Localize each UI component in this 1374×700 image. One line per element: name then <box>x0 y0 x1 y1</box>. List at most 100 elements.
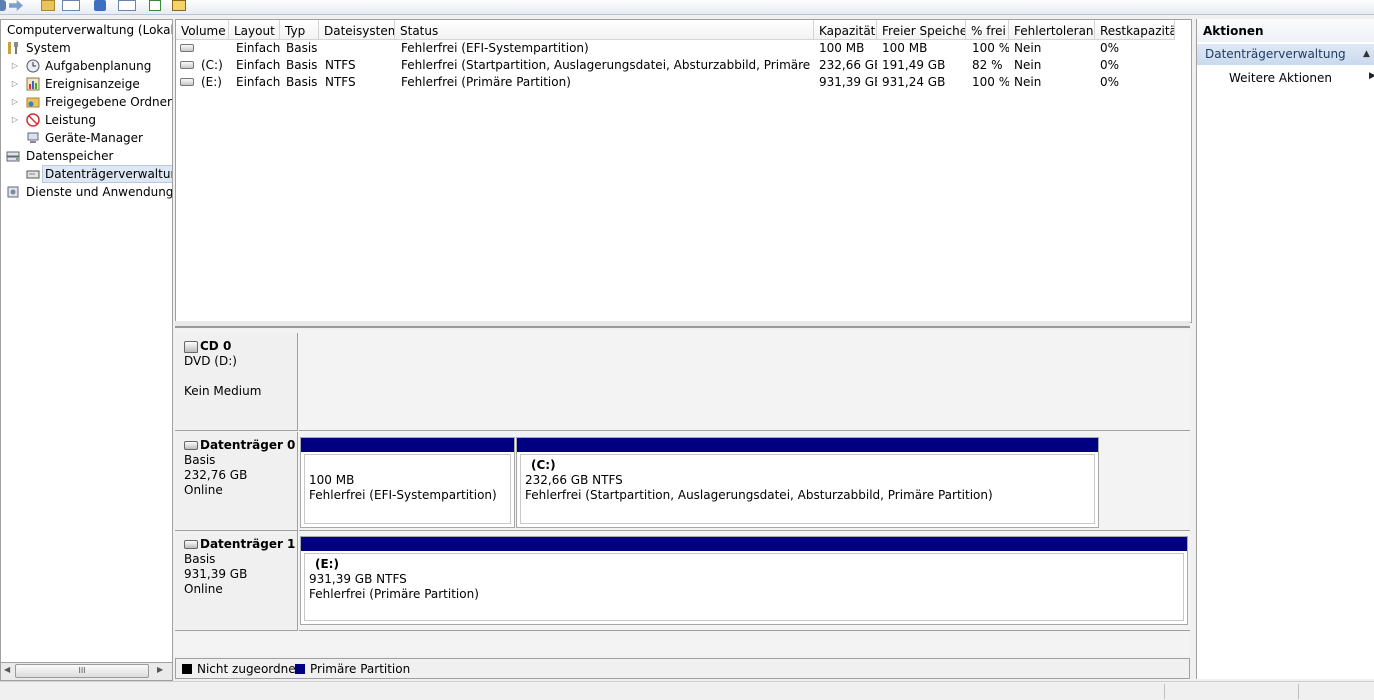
refresh-icon[interactable] <box>149 0 161 11</box>
scroll-right-icon[interactable]: ▶ <box>157 665 163 674</box>
up-folder-icon[interactable] <box>41 0 55 11</box>
status-bar-divider <box>1164 684 1165 699</box>
cell-layout: Einfach <box>236 58 280 72</box>
disk-management-icon <box>26 167 40 181</box>
tree-horizontal-scrollbar[interactable]: ◀ III ▶ <box>0 662 173 681</box>
tree-item-label: System <box>26 41 71 55</box>
cell-filesystem <box>320 40 395 57</box>
disk-area-cd0 <box>299 333 1190 431</box>
cell-free-space: 191,49 GB <box>882 58 946 72</box>
partition-c[interactable]: (C:) 232,66 GB NTFS Fehlerfrei (Startpar… <box>516 437 1099 528</box>
hard-disk-icon <box>184 441 198 450</box>
tree-item-label: Geräte-Manager <box>45 131 143 145</box>
scroll-left-icon[interactable]: ◀ <box>4 665 10 674</box>
column-header-type[interactable]: Typ <box>280 20 319 40</box>
event-viewer-icon <box>26 77 40 91</box>
tree-item-label: Ereignisanzeige <box>45 77 140 91</box>
status-bar-divider <box>1298 684 1299 699</box>
storage-icon <box>6 149 20 163</box>
show-actions-icon[interactable] <box>118 0 136 11</box>
tree-item-label: Computerverwaltung (Lokal) <box>7 23 173 37</box>
column-header-volume[interactable]: Volume <box>176 20 229 40</box>
tree-item-label: Freigegebene Ordner <box>45 95 172 109</box>
forward-icon[interactable] <box>9 0 23 11</box>
cell-volume <box>196 40 229 57</box>
partition-bar <box>301 537 1187 551</box>
cell-overhead: 0% <box>1100 58 1120 72</box>
services-icon <box>6 185 20 199</box>
legend-label: Nicht zugeordnet <box>197 662 301 676</box>
performance-icon <box>26 113 40 127</box>
cell-capacity: 100 MB <box>819 41 865 55</box>
navigation-tree: Computerverwaltung (Lokal) System ▷ Aufg… <box>0 19 173 664</box>
status-bar <box>0 681 1374 700</box>
table-row[interactable]: Einfach Basis Fehlerfrei (EFI-Systempart… <box>176 40 1191 57</box>
partition-bar <box>301 438 514 452</box>
legend-swatch-primary <box>295 664 305 674</box>
disk-subtitle: DVD (D:) <box>184 354 237 368</box>
tree-item-label: Aufgabenplanung <box>45 59 152 73</box>
disk-graphical-view: CD 0 DVD (D:) Kein Medium Datenträger 0 … <box>175 329 1190 656</box>
partition-efi[interactable]: 100 MB Fehlerfrei (EFI-Systempartition) <box>300 437 515 528</box>
drive-icon <box>180 44 194 52</box>
column-header-fault-tolerance[interactable]: Fehlertoleranz <box>1009 20 1095 40</box>
partition-e[interactable]: (E:) 931,39 GB NTFS Fehlerfrei (Primäre … <box>300 536 1188 625</box>
partition-body: (E:) 931,39 GB NTFS Fehlerfrei (Primäre … <box>304 553 1184 621</box>
partition-body: (C:) 232,66 GB NTFS Fehlerfrei (Startpar… <box>520 454 1095 524</box>
action-more-actions[interactable]: Weitere Aktionen <box>1229 69 1332 87</box>
submenu-arrow-icon[interactable]: ▶ <box>1369 71 1374 81</box>
disk-label-disk0[interactable]: Datenträger 0 Basis 232,76 GB Online <box>175 432 298 531</box>
cd-drive-icon <box>184 340 198 353</box>
column-header-layout[interactable]: Layout <box>229 20 280 40</box>
expand-arrow-icon[interactable]: ▷ <box>11 111 19 129</box>
legend-label: Primäre Partition <box>310 662 411 676</box>
cell-overhead: 0% <box>1100 75 1120 89</box>
cell-capacity: 931,39 GB <box>819 75 877 89</box>
disk-state: Online <box>184 582 223 596</box>
cell-free-space: 931,24 GB <box>882 75 946 89</box>
drive-icon <box>180 61 194 69</box>
actions-title: Aktionen <box>1197 19 1374 42</box>
partition-status: Fehlerfrei (Startpartition, Auslagerungs… <box>525 488 993 502</box>
partition-name: (C:) <box>531 458 556 472</box>
cell-filesystem: NTFS <box>325 75 356 89</box>
expand-arrow-icon[interactable]: ▷ <box>11 57 19 75</box>
back-icon[interactable] <box>0 0 6 11</box>
disk-size: 931,39 GB <box>184 567 248 581</box>
cell-filesystem: NTFS <box>325 58 356 72</box>
expand-arrow-icon[interactable]: ▷ <box>11 93 19 111</box>
partition-size: 931,39 GB NTFS <box>309 572 407 586</box>
shared-folders-icon <box>26 95 40 109</box>
disk-area-disk1: (E:) 931,39 GB NTFS Fehlerfrei (Primäre … <box>299 531 1190 631</box>
column-header-status[interactable]: Status <box>395 20 814 40</box>
column-header-free-space[interactable]: Freier Speicher <box>877 20 966 40</box>
column-header-percent-free[interactable]: % frei <box>966 20 1009 40</box>
help-icon[interactable] <box>94 0 106 11</box>
pane-splitter[interactable] <box>175 321 1190 328</box>
disk-label-cd0[interactable]: CD 0 DVD (D:) Kein Medium <box>175 333 298 431</box>
toolbar <box>0 0 1374 15</box>
column-header-overhead[interactable]: Restkapazität <box>1095 20 1175 40</box>
partition-status: Fehlerfrei (Primäre Partition) <box>309 587 479 601</box>
show-hide-tree-icon[interactable] <box>62 0 80 11</box>
scroll-thumb[interactable]: III <box>15 664 149 678</box>
tree-item-label: Dienste und Anwendungen <box>26 185 173 199</box>
actions-section-label: Datenträgerverwaltung <box>1205 47 1346 61</box>
device-manager-icon <box>26 131 40 145</box>
disk-size: 232,76 GB <box>184 468 248 482</box>
actions-section-disk-management[interactable]: Datenträgerverwaltung ▲ <box>1197 44 1374 65</box>
cell-fault-tolerance: Nein <box>1014 75 1042 89</box>
column-header-capacity[interactable]: Kapazität <box>814 20 877 40</box>
cell-type: Basis <box>286 75 318 89</box>
collapse-arrow-icon[interactable]: ▲ <box>1363 44 1370 65</box>
column-header-filesystem[interactable]: Dateisystem <box>319 20 395 40</box>
table-row[interactable]: (E:) Einfach Basis NTFS Fehlerfrei (Prim… <box>176 74 1191 91</box>
properties-icon[interactable] <box>172 0 186 11</box>
disk-label-disk1[interactable]: Datenträger 1 Basis 931,39 GB Online <box>175 531 298 631</box>
cell-fault-tolerance: Nein <box>1014 58 1042 72</box>
table-row[interactable]: (C:) Einfach Basis NTFS Fehlerfrei (Star… <box>176 57 1191 74</box>
system-tools-icon <box>6 41 20 55</box>
disk-type: Basis <box>184 552 216 566</box>
expand-arrow-icon[interactable]: ▷ <box>11 75 19 93</box>
cell-percent-free: 100 % <box>972 75 1009 89</box>
